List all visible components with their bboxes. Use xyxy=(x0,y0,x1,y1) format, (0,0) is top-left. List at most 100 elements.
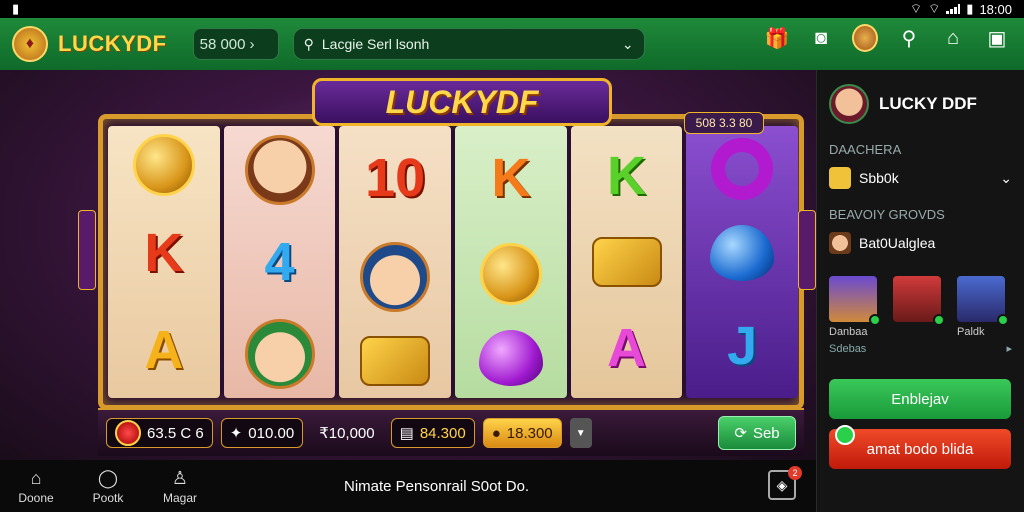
chat-bubble-icon xyxy=(835,425,855,445)
letter-symbol: A xyxy=(144,319,184,380)
balance-display[interactable]: 58 000 › xyxy=(192,28,279,60)
signal-icon xyxy=(946,4,961,14)
nav-title: Nimate Pensonrail S0ot Do. xyxy=(344,478,530,495)
nav-item-chat[interactable]: ◯ Pootk xyxy=(72,468,144,505)
wallet-icon[interactable]: ▣ xyxy=(984,24,1010,52)
online-indicator xyxy=(933,314,945,326)
letter-symbol: 10 xyxy=(365,148,426,208)
brand-logo-icon[interactable]: ♦ xyxy=(12,26,48,62)
bottom-nav: ⌂ Doone ◯ Pootk ♙ Magar Nimate Pensonrai… xyxy=(0,460,816,512)
letter-symbol: K xyxy=(491,148,531,209)
letter-symbol: K xyxy=(607,146,647,207)
chat-icon: ◯ xyxy=(97,467,119,488)
jackpot-display: 508 3.3 80 xyxy=(684,112,764,134)
reel-2: 4 xyxy=(223,126,336,398)
home-icon[interactable]: ⌂ xyxy=(940,24,966,52)
section-label-1: DAACHERA xyxy=(829,142,902,157)
nav-label: Magar xyxy=(162,490,197,505)
scroll-symbol xyxy=(591,236,662,287)
red-button-label: amat bodo blida xyxy=(866,440,974,458)
clock: 18:00 xyxy=(979,1,1012,17)
player-avatar xyxy=(893,276,945,326)
sim-icon: ▮ xyxy=(12,1,20,16)
camera-icon[interactable]: ◙ xyxy=(808,24,834,52)
top-bar: ♦ LUCKYDF 58 000 › ⚲ Lacgie Serl lsonh ⌄… xyxy=(0,18,1024,70)
total-bet-value: 18.300 xyxy=(506,424,553,442)
coins-display: ▤ 84.300 xyxy=(390,418,475,448)
search-input[interactable]: Lacgie Serl lsonh xyxy=(322,36,614,52)
bet-bar: 63.5 C 6 ✦ 010.00 ₹10,000 ▤ 84.300 ● 18.… xyxy=(98,408,804,456)
green-action-button[interactable]: Enblejav xyxy=(829,379,1011,419)
spin-label: Seb xyxy=(752,424,780,442)
profile-header[interactable]: LUCKY DDF xyxy=(829,84,1012,124)
search-icon-top[interactable]: ⚲ xyxy=(896,24,922,52)
search-icon: ⚲ xyxy=(303,35,314,52)
online-indicator xyxy=(997,314,1009,326)
player-avatar xyxy=(957,276,1009,326)
chevron-right-icon: ▸ xyxy=(1006,343,1012,355)
notification-badge: 2 xyxy=(788,466,802,480)
player-name: Danbaa xyxy=(829,326,868,338)
total-bet[interactable]: ● 18.300 xyxy=(482,418,562,448)
chip-icon xyxy=(115,420,141,446)
section-label-2: BEAVOIY GROVDS xyxy=(829,207,945,222)
game-stage: K A 4 10 K K A J LUCKYDF 508 3.3 80 63.5 C 6 ✦ … xyxy=(0,70,816,460)
bet-dropdown-button[interactable]: ▼ xyxy=(569,418,592,448)
win-display: ✦ 010.00 xyxy=(220,418,304,448)
search-bar[interactable]: ⚲ Lacgie Serl lsonh ⌄ xyxy=(292,28,645,60)
top-icons: 🎁 ◙ ⚲ ⌂ ▣ xyxy=(764,24,1010,52)
letter-symbol: J xyxy=(727,315,758,376)
reel-4: K xyxy=(455,126,567,398)
spin-button[interactable]: ⟳ Seb xyxy=(718,416,796,450)
slot-reels: K A 4 10 K K A J xyxy=(108,126,799,398)
gold-coin-symbol xyxy=(479,242,542,305)
profile-avatar xyxy=(829,84,869,124)
chevron-down-icon[interactable]: ⌄ xyxy=(622,36,634,53)
gem-symbol xyxy=(710,224,775,281)
online-indicator xyxy=(869,314,881,326)
red-action-button[interactable]: amat bodo blida xyxy=(829,425,1011,469)
shopping-bag-icon[interactable]: ◈ 2 xyxy=(768,466,802,500)
home-icon: ⌂ xyxy=(30,467,42,488)
spin-icon: ⟳ xyxy=(734,425,747,442)
battery-icon: ▮ xyxy=(966,1,974,16)
coins-value: 84.300 xyxy=(419,424,466,442)
nav-item-profile[interactable]: ♙ Magar xyxy=(144,468,216,505)
section-2-item[interactable]: Bat0Ualglea xyxy=(829,232,1012,254)
status-bar: ▮ ⌔ ⌔ ▮ 18:00 xyxy=(0,0,1024,18)
player-card[interactable] xyxy=(893,276,945,338)
left-paytable-arrow[interactable] xyxy=(78,210,96,290)
balance-readout-value: ₹10,000 xyxy=(319,425,375,442)
ring-symbol xyxy=(711,138,774,201)
avatar[interactable] xyxy=(852,24,878,52)
category-icon xyxy=(829,167,851,189)
nav-label: Pootk xyxy=(92,490,124,505)
right-paytable-arrow[interactable] xyxy=(798,210,816,290)
win-value: 010.00 xyxy=(248,424,295,442)
letter-symbol: A xyxy=(607,317,647,378)
chevron-right-icon: › xyxy=(249,35,255,53)
reel-1: KA xyxy=(108,126,220,398)
balance-readout: ₹10,000 xyxy=(311,418,382,448)
section-1-selector[interactable]: Sbb0k ⌄ xyxy=(829,167,1012,189)
letter-symbol: 4 xyxy=(264,231,295,292)
bet-selector[interactable]: 63.5 C 6 xyxy=(106,418,213,448)
reel-5: KA xyxy=(570,126,683,398)
character-symbol xyxy=(244,319,315,390)
coin-icon: ● xyxy=(491,424,501,442)
section-2-value: Bat0Ualglea xyxy=(859,235,936,251)
wifi-icon: ⌔ xyxy=(909,1,923,16)
game-logo: LUCKYDF xyxy=(312,78,612,126)
gift-icon[interactable]: 🎁 xyxy=(764,24,790,52)
nav-item-home[interactable]: ⌂ Doone xyxy=(0,468,72,505)
players-more-row[interactable]: Sdebas ▸ xyxy=(829,342,1012,356)
gem-symbol xyxy=(478,329,543,386)
player-card[interactable]: Paldk xyxy=(957,276,1009,338)
scroll-symbol xyxy=(360,336,431,386)
player-card[interactable]: Danbaa xyxy=(829,276,881,338)
chevron-down-icon: ⌄ xyxy=(1000,169,1012,186)
character-symbol xyxy=(244,134,315,205)
profile-name: LUCKY DDF xyxy=(879,94,977,113)
win-icon: ✦ xyxy=(229,425,243,442)
wifi-icon-2: ⌔ xyxy=(928,1,941,16)
